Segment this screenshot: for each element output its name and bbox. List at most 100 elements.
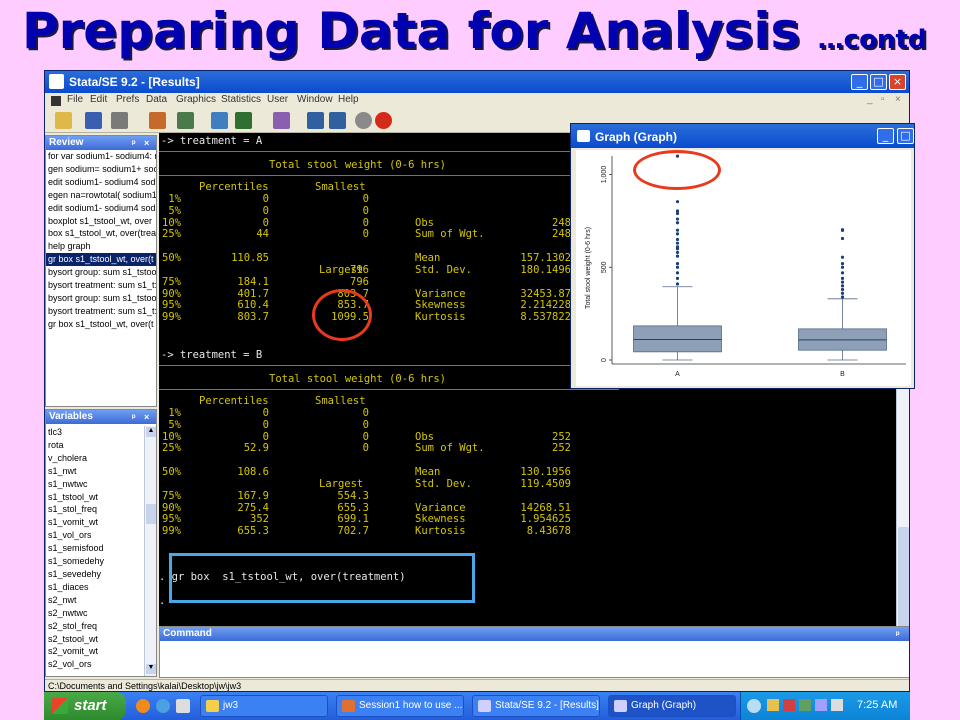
review-item[interactable]: edit sodium1- sodium4 sod [46,176,156,189]
menu-prefs[interactable]: Prefs [116,94,139,105]
stat-value: 1.954625 [520,513,571,526]
results-prompt: . [159,595,166,607]
data-browser-icon[interactable] [307,112,324,129]
close-button[interactable]: × [889,74,906,90]
maximize-button[interactable]: □ [870,74,887,90]
percentile-value: 0 [262,430,269,443]
variable-item[interactable]: tlc3 [46,426,142,439]
do-file-icon[interactable] [235,112,252,129]
log-icon[interactable] [149,112,166,129]
menu-statistics[interactable]: Statistics [221,94,261,105]
percentile-value: 167.9 [237,489,269,502]
review-item[interactable]: gr box s1_tstool_wt, over(t [46,318,156,331]
variable-item[interactable]: s2_tstool_wt [46,633,142,646]
show-desktop-icon[interactable] [176,699,190,713]
tray-icon[interactable] [783,699,795,711]
variable-item[interactable]: s1_stol_freq [46,503,142,516]
taskbar-item-session1[interactable]: Session1 how to use ... [336,695,464,717]
review-item[interactable]: bysort group: sum s1_tstoo [46,292,156,305]
variable-item[interactable]: v_cholera [46,452,142,465]
menu-edit[interactable]: Edit [90,94,107,105]
variable-item[interactable]: s1_somedehy [46,555,142,568]
scroll-thumb[interactable] [898,527,909,627]
tray-expand-icon[interactable] [747,699,761,713]
menu-file[interactable]: File [67,94,83,105]
doc-minimize-icon[interactable]: _ [867,94,873,105]
menu-window[interactable]: Window [297,94,333,105]
review-item[interactable]: egen na=rowtotal( sodium1 [46,189,156,202]
break-icon[interactable] [375,112,392,129]
open-icon[interactable] [55,112,72,129]
review-item[interactable]: box s1_tstool_wt, over(trea [46,227,156,240]
variable-item[interactable]: s2_stol_freq [46,620,142,633]
review-item[interactable]: bysort treatment: sum s1_t: [46,279,156,292]
review-item[interactable]: bysort treatment: sum s1_t: [46,305,156,318]
graph-maximize-button[interactable]: □ [897,128,914,144]
taskbar-item-stata-results[interactable]: Stata/SE 9.2 - [Results] [472,695,600,717]
review-item[interactable]: bysort group: sum s1_tstoo [46,266,156,279]
more-icon[interactable] [355,112,372,129]
percentile-value: 0 [262,216,269,229]
viewer-icon[interactable] [177,112,194,129]
save-icon[interactable] [85,112,102,129]
stat-label: Sum of Wgt. [415,442,485,455]
percentile-label: 10% [162,216,181,229]
variable-item[interactable]: rota [46,439,142,452]
review-item[interactable]: gen sodium= sodium1+ sod [46,163,156,176]
volume-icon[interactable] [831,699,843,711]
taskbar-item-graph[interactable]: Graph (Graph) [608,695,736,717]
variable-item[interactable]: s1_tstool_wt [46,491,142,504]
pin-icon[interactable]: ᵖ [132,136,136,150]
column-header: Percentiles [199,395,269,407]
scroll-up-icon[interactable]: ▲ [146,427,156,437]
command-input[interactable] [164,645,904,673]
doc-restore-icon[interactable]: ▫ [881,94,885,105]
start-button[interactable]: start [44,692,126,720]
menu-user[interactable]: User [267,94,288,105]
variables-manager-icon[interactable] [329,112,346,129]
print-icon[interactable] [111,112,128,129]
doc-close-icon[interactable]: × [895,94,901,105]
variables-scrollbar[interactable]: ▲ ▼ [144,426,156,676]
graph-icon[interactable] [211,112,228,129]
graph-minimize-button[interactable]: _ [877,128,894,144]
menu-data[interactable]: Data [146,94,167,105]
scroll-down-icon[interactable]: ▼ [146,664,156,674]
review-item[interactable]: help graph [46,240,156,253]
ie-icon[interactable] [156,699,170,713]
results-subtitle: Total stool weight (0-6 hrs) [269,373,447,385]
pin-icon[interactable]: ᵖ [896,627,900,641]
graph-window: Graph (Graph) _ □ 0 500 1,000 A B Total stoo… [570,123,915,389]
scroll-thumb[interactable] [146,504,156,524]
data-editor-icon[interactable] [273,112,290,129]
extreme-value: 796 [350,275,369,288]
variable-item[interactable]: s2_vomit_wt [46,645,142,658]
review-item[interactable]: edit sodium1- sodium4 sod [46,202,156,215]
variable-item[interactable]: s2_nwtwc [46,607,142,620]
variable-item[interactable]: s1_nwtwc [46,478,142,491]
tray-icon[interactable] [767,699,779,711]
variable-item[interactable]: s1_vomit_wt [46,516,142,529]
variable-item[interactable]: s1_semisfood [46,542,142,555]
review-item[interactable]: boxplot s1_tstool_wt, over [46,215,156,228]
variable-item[interactable]: s1_diaces [46,581,142,594]
minimize-button[interactable]: _ [851,74,868,90]
variable-item[interactable]: s2_nwt [46,594,142,607]
menu-graphics[interactable]: Graphics [176,94,216,105]
taskbar-item-jw3[interactable]: jw3 [200,695,328,717]
variable-item[interactable]: s1_sevedehy [46,568,142,581]
variable-item[interactable]: s2_vol_ors [46,658,142,671]
tray-icon[interactable] [799,699,811,711]
review-item[interactable]: gr box s1_tstool_wt, over(t [46,253,156,267]
variable-item[interactable]: s1_vol_ors [46,529,142,542]
pin-icon[interactable]: ᵖ [132,410,136,424]
menu-help[interactable]: Help [338,94,359,105]
tray-icon[interactable] [815,699,827,711]
percentile-label: 99% [162,311,181,324]
panel-close-icon[interactable]: × [144,136,149,150]
panel-close-icon[interactable]: × [144,410,149,424]
firefox-icon[interactable] [136,699,150,713]
review-item[interactable]: for var sodium1- sodium4: r [46,150,156,163]
variable-item[interactable]: s1_nwt [46,465,142,478]
extreme-value: 702.7 [337,525,369,538]
